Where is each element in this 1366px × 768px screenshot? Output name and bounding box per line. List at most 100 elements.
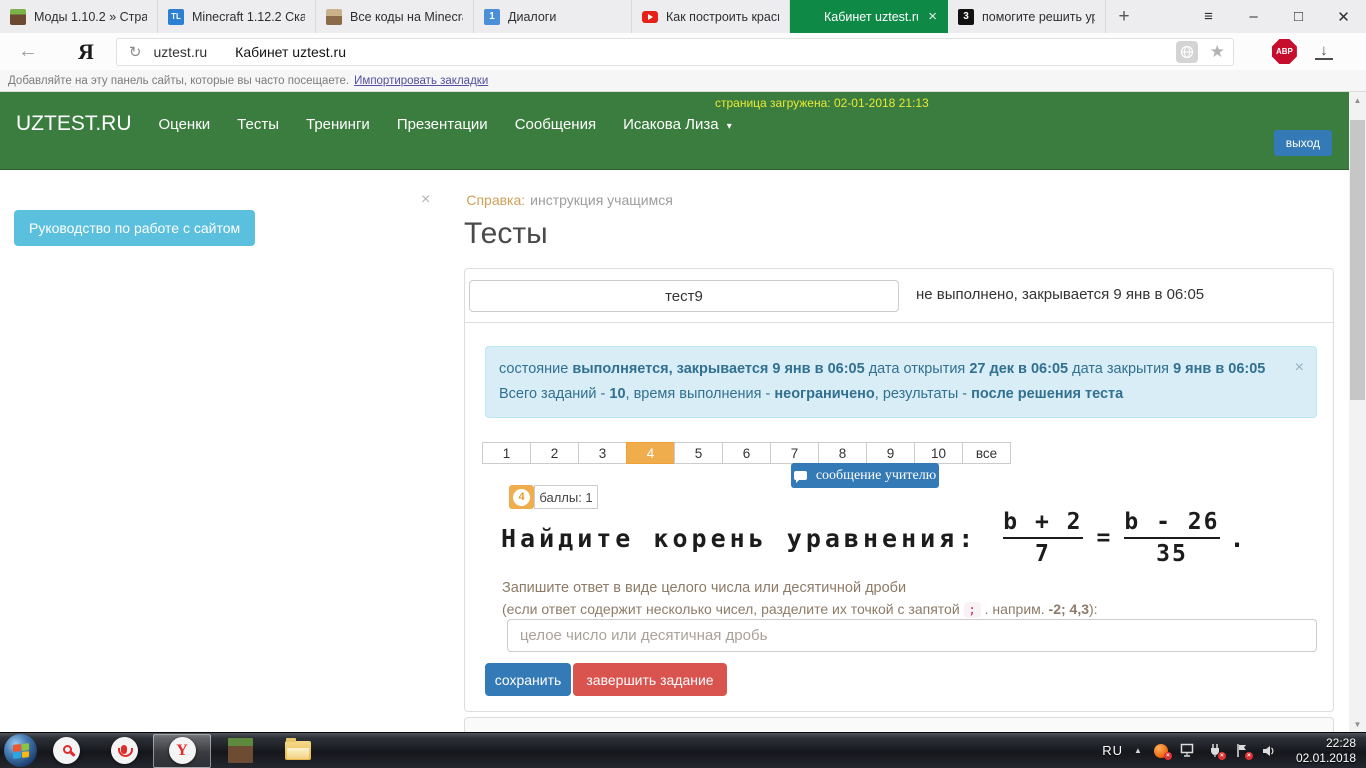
taskbar-yandex-browser-button[interactable]: Y <box>153 733 211 768</box>
page-button-5[interactable]: 5 <box>674 442 723 464</box>
scrollbar-thumb[interactable] <box>1350 120 1365 400</box>
uztest-logo[interactable]: UZTEST.RU <box>16 112 132 136</box>
page-button-10[interactable]: 10 <box>914 442 963 464</box>
page-button-4-active[interactable]: 4 <box>626 442 675 464</box>
tab-znanija[interactable]: 3 помогите решить ур <box>948 0 1106 33</box>
bookmark-star-icon[interactable]: ★ <box>1210 42 1225 62</box>
fraction-bar <box>1124 537 1220 539</box>
tab-dialogs[interactable]: 1 Диалоги <box>474 0 632 33</box>
action-center-flag-icon[interactable]: × <box>1234 743 1253 760</box>
yandex-logo-icon[interactable]: Я <box>78 39 94 65</box>
test-info-alert: состояние выполняется, закрывается 9 янв… <box>485 346 1317 418</box>
nav-item-tests[interactable]: Тесты <box>237 116 279 133</box>
import-bookmarks-link[interactable]: Импортировать закладки <box>354 75 488 87</box>
message-teacher-button[interactable]: сообщение учителю <box>791 463 939 488</box>
taskbar-minecraft-button[interactable] <box>211 733 269 768</box>
browser-toolbar: ← Я ↻ uztest.ru Кабинет uztest.ru ★ ABP … <box>0 33 1366 70</box>
tab-tlauncher[interactable]: TL Minecraft 1.12.2 Скач <box>158 0 316 33</box>
network-tray-icon[interactable] <box>1180 743 1196 758</box>
help-link-text[interactable]: инструкция учащимся <box>530 192 673 208</box>
power-plug-tray-icon[interactable]: × <box>1207 743 1226 760</box>
back-icon[interactable]: ← <box>18 40 38 63</box>
window-controls: ≡ – □ ✕ <box>1186 0 1366 33</box>
tab-youtube[interactable]: Как построить краси <box>632 0 790 33</box>
system-tray: RU ▲ × × × 22:28 02.01.2018 <box>1102 736 1366 766</box>
tab-title: помогите решить ур <box>982 9 1095 24</box>
page-button-9[interactable]: 9 <box>866 442 915 464</box>
fraction-bar <box>1003 537 1083 539</box>
chevron-down-icon: ▾ <box>726 120 732 132</box>
minimize-button[interactable]: – <box>1231 0 1276 33</box>
nav-item-trainings[interactable]: Тренинги <box>306 116 370 133</box>
bookmarks-bar: Добавляйте на эту панель сайты, которые … <box>0 70 1366 92</box>
question-prompt: Найдите корень уравнения: <box>501 523 978 553</box>
browser-menu-icon[interactable]: ≡ <box>1186 0 1231 33</box>
tray-expand-icon[interactable]: ▲ <box>1134 746 1142 755</box>
taskbar-yandex-search-button[interactable] <box>37 733 95 768</box>
help-close-icon[interactable]: × <box>421 191 430 209</box>
clock-date: 02.01.2018 <box>1295 750 1356 765</box>
test-info-line1: состояние выполняется, закрывается 9 янв… <box>499 361 1266 377</box>
alert-close-icon[interactable]: × <box>1295 355 1304 380</box>
tab-minecraft-mods[interactable]: Моды 1.10.2 » Стран <box>0 0 158 33</box>
logout-button[interactable]: выход <box>1273 130 1332 156</box>
turbo-globe-icon[interactable] <box>1175 40 1198 63</box>
downloads-icon[interactable]: ↓ <box>1314 43 1333 60</box>
help-label[interactable]: Справка: <box>466 192 525 208</box>
scroll-up-icon[interactable]: ▲ <box>1349 92 1366 108</box>
language-indicator[interactable]: RU <box>1102 743 1123 758</box>
avast-tray-icon[interactable]: × <box>1153 743 1172 760</box>
uztest-favicon-icon <box>800 9 816 25</box>
page-button-1[interactable]: 1 <box>482 442 531 464</box>
page-button-8[interactable]: 8 <box>818 442 867 464</box>
tab-uztest-active[interactable]: Кабинет uztest.ru × <box>790 0 948 33</box>
answer-input[interactable] <box>507 619 1317 652</box>
yandex-browser-icon: Y <box>176 741 188 759</box>
answer-instruction-line1: Запишите ответ в виде целого числа или д… <box>502 580 907 596</box>
fraction-numerator: b + 2 <box>1003 509 1083 535</box>
tab-close-icon[interactable]: × <box>926 8 937 25</box>
nav-item-presentations[interactable]: Презентации <box>397 116 488 133</box>
fraction-right: b - 26 35 <box>1124 509 1220 567</box>
page-scrollbar[interactable]: ▲ ▼ <box>1349 92 1366 732</box>
fraction-left: b + 2 7 <box>1003 509 1083 567</box>
volume-icon[interactable] <box>1261 743 1277 758</box>
taskbar-clock[interactable]: 22:28 02.01.2018 <box>1296 736 1356 766</box>
speech-bubble-icon <box>793 471 807 483</box>
save-button[interactable]: сохранить <box>485 663 571 696</box>
page-button-7[interactable]: 7 <box>770 442 819 464</box>
site-guide-button[interactable]: Руководство по работе с сайтом <box>14 210 256 246</box>
tab-title: Minecraft 1.12.2 Скач <box>192 9 305 24</box>
minecraft-icon <box>227 738 253 763</box>
test-info-line2: Всего заданий - 10, время выполнения - н… <box>499 386 1124 402</box>
taskbar-explorer-button[interactable] <box>269 733 327 768</box>
nav-item-messages[interactable]: Сообщения <box>515 116 596 133</box>
test-panel-header: тест9 не выполнено, закрывается 9 янв в … <box>465 269 1333 323</box>
tab-minecraft-codes[interactable]: Все коды на Minecra <box>316 0 474 33</box>
close-window-button[interactable]: ✕ <box>1321 0 1366 33</box>
fraction-numerator: b - 26 <box>1124 509 1220 535</box>
test-name-button[interactable]: тест9 <box>469 280 899 312</box>
page-button-all[interactable]: все <box>962 442 1011 464</box>
start-button[interactable] <box>4 734 37 767</box>
adblock-plus-icon[interactable]: ABP <box>1271 39 1297 64</box>
user-name: Исакова Лиза <box>623 115 719 133</box>
page-title: Тесты <box>464 217 548 250</box>
page-button-3[interactable]: 3 <box>578 442 627 464</box>
tab-title: Диалоги <box>508 9 557 24</box>
taskbar-voice-assistant-button[interactable] <box>95 733 153 768</box>
test-panel: тест9 не выполнено, закрывается 9 янв в … <box>464 268 1334 712</box>
page-button-2[interactable]: 2 <box>530 442 579 464</box>
page-button-6[interactable]: 6 <box>722 442 771 464</box>
address-bar[interactable]: ↻ uztest.ru Кабинет uztest.ru ★ <box>115 37 1234 66</box>
user-menu[interactable]: Исакова Лиза ▾ <box>623 116 732 133</box>
scroll-down-icon[interactable]: ▼ <box>1349 716 1366 732</box>
reload-icon[interactable]: ↻ <box>129 43 142 61</box>
znanija-favicon-icon: 3 <box>958 8 974 25</box>
finish-task-button[interactable]: завершить задание <box>573 663 727 696</box>
maximize-button[interactable]: □ <box>1276 0 1321 33</box>
nav-item-grades[interactable]: Оценки <box>159 116 211 133</box>
page-loaded-note: страница загружена: 02-01-2018 21:13 <box>715 96 929 110</box>
new-tab-button[interactable]: + <box>1106 0 1142 33</box>
tab-title: Все коды на Minecra <box>350 9 463 24</box>
